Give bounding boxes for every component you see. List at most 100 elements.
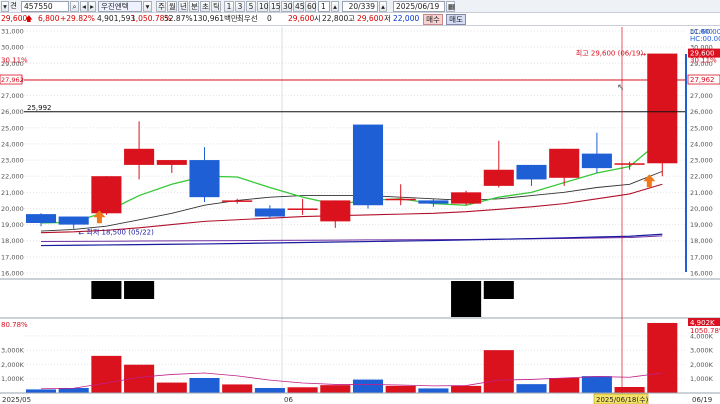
volume-tick-label-left: 3,000K [1, 347, 25, 355]
quote-row: 29,600 🡅 6,800 +29.82% 4,901,593 1,050.7… [0, 13, 720, 26]
page-count-input[interactable]: 20/339 [342, 1, 378, 12]
sell-button[interactable]: 매도 [446, 14, 466, 25]
volume-bar [25, 389, 57, 393]
page-spin-icon[interactable]: ▴ [379, 1, 387, 12]
date-label-right: 06/19 [692, 396, 712, 404]
price-tick-label-left: 18,000 [1, 237, 24, 245]
high-price: 29,600 [357, 14, 384, 23]
date-label-may: 2025/05 [2, 396, 31, 404]
signal-box [451, 281, 482, 317]
buy-button[interactable]: 매수 [423, 14, 443, 25]
interval-1[interactable]: 1 [224, 1, 234, 12]
price-tick-label-right: 22,000 [690, 173, 713, 181]
candle-body [222, 200, 253, 202]
preferred-label: 최우선 [237, 14, 258, 23]
volume-tick-label-right: 2,000K [690, 361, 714, 369]
tab-minute[interactable]: 분 [189, 1, 199, 12]
price-tick-label-right: 26,000 [690, 108, 713, 116]
interval-10[interactable]: 10 [257, 1, 269, 12]
calendar-icon[interactable]: ▦ [446, 1, 455, 12]
volume-bar [418, 388, 449, 393]
next-icon[interactable]: ▸ [88, 1, 96, 12]
current-pct-tag: 30.11% [690, 57, 717, 65]
volume-bar [516, 384, 547, 393]
price-tick-label-left: 26,000 [1, 108, 24, 116]
interval-custom-input[interactable]: 1 [318, 1, 330, 12]
interval-60[interactable]: 60 [305, 1, 317, 12]
dropdown-icon[interactable]: ▾ [143, 1, 152, 12]
volume-bar [352, 379, 384, 393]
open-price: 29,600 [288, 14, 315, 23]
low-marker-arrow-icon: ← [78, 230, 84, 238]
open-label: 시 [314, 14, 321, 23]
candle-body [189, 160, 220, 198]
prev-icon[interactable]: ◂ [80, 1, 88, 12]
high-label: 고 [348, 14, 355, 23]
volume-bar [156, 382, 187, 393]
change-amount: 6,800 [38, 14, 60, 23]
tab-second[interactable]: 초 [200, 1, 210, 12]
date-input[interactable]: 2025/06/19 [393, 1, 445, 12]
stock-code-input[interactable]: 457550 [21, 1, 69, 12]
close-price: 22,000 [393, 14, 420, 23]
interval-15[interactable]: 15 [269, 1, 281, 12]
price-tick-label-left: 17,000 [1, 253, 24, 261]
chart-area[interactable]: 31,00031,00030,00030,00029,00029,00028,0… [0, 27, 720, 404]
search-icon[interactable]: ⌕ [70, 1, 79, 12]
volume-bar [222, 384, 253, 393]
price-tick-label-right: 23,000 [690, 157, 713, 165]
signal-box [91, 281, 122, 299]
candle-body [287, 208, 318, 210]
tab-tick[interactable]: 틱 [211, 1, 221, 12]
level-line-label: 25,992 [27, 104, 52, 112]
up-arrow-icon: 🡅 [25, 14, 33, 23]
interval-3[interactable]: 3 [235, 1, 245, 12]
volume-bar [614, 387, 645, 393]
interval-5[interactable]: 5 [246, 1, 256, 12]
volume-bar [287, 387, 318, 393]
price-tick-label-left: 23,000 [1, 157, 24, 165]
cursor-date: 2025/06/18(수) [596, 396, 649, 404]
turnover-ratio: 52.87% [164, 14, 193, 23]
high-marker-arrow-icon: → [640, 51, 646, 59]
price-tick-label-left: 27,000 [1, 92, 24, 100]
price-tick-label-left: 31,000 [1, 28, 24, 36]
price-tick-label-right: 18,000 [690, 237, 713, 245]
volume-bar [549, 378, 580, 393]
volume-top-tag: 4,902K [690, 319, 715, 327]
interval-45[interactable]: 45 [293, 1, 305, 12]
ref-price-tag-left: 27,962 [1, 76, 24, 84]
candle-body [483, 169, 514, 186]
price-tick-label-left: 20,000 [1, 205, 24, 213]
candlestick-chart[interactable]: 31,00031,00030,00030,00029,00029,00028,0… [0, 27, 720, 404]
candle-body [385, 198, 416, 201]
signal-box [124, 281, 155, 299]
candle-body [352, 124, 384, 206]
tab-year[interactable]: 년 [178, 1, 188, 12]
price-tick-label-right: 16,000 [690, 270, 713, 278]
volume-tick-label-left: 2,000K [1, 361, 25, 369]
volume-tick-label-right: 1,000K [690, 375, 714, 383]
menu-icon[interactable]: ▾ [1, 1, 9, 12]
tab-week[interactable]: 주 [156, 1, 166, 12]
interval-30[interactable]: 30 [281, 1, 293, 12]
volume-bar [189, 378, 220, 393]
low-annotation: 최저 18,500 (05/22) [86, 228, 154, 237]
price-tick-label-right: 21,000 [690, 189, 713, 197]
volume-bar [581, 376, 612, 393]
date-label-june: 06 [284, 396, 293, 404]
mouse-cursor-icon: ↖ [617, 83, 625, 93]
toolbar-row: ▾ 견 457550 ⌕ ◂ ▸ 우진엔텍 ▾ 주 월 년 분 초 틱 1 3 … [0, 0, 720, 13]
price-range-bar [685, 54, 687, 272]
tab-month[interactable]: 월 [167, 1, 177, 12]
candle-body [320, 200, 351, 222]
candle-body [647, 53, 678, 164]
candle-body [549, 148, 580, 178]
price-tick-label-left: 22,000 [1, 173, 24, 181]
spin-icon[interactable]: ▴ [331, 1, 339, 12]
trade-amount: 130,961백만 [193, 14, 238, 23]
volume-top-pct: 1050.78% [690, 327, 720, 335]
candle-body [91, 176, 122, 214]
volume-bar [483, 350, 514, 393]
candle-body [25, 214, 57, 223]
